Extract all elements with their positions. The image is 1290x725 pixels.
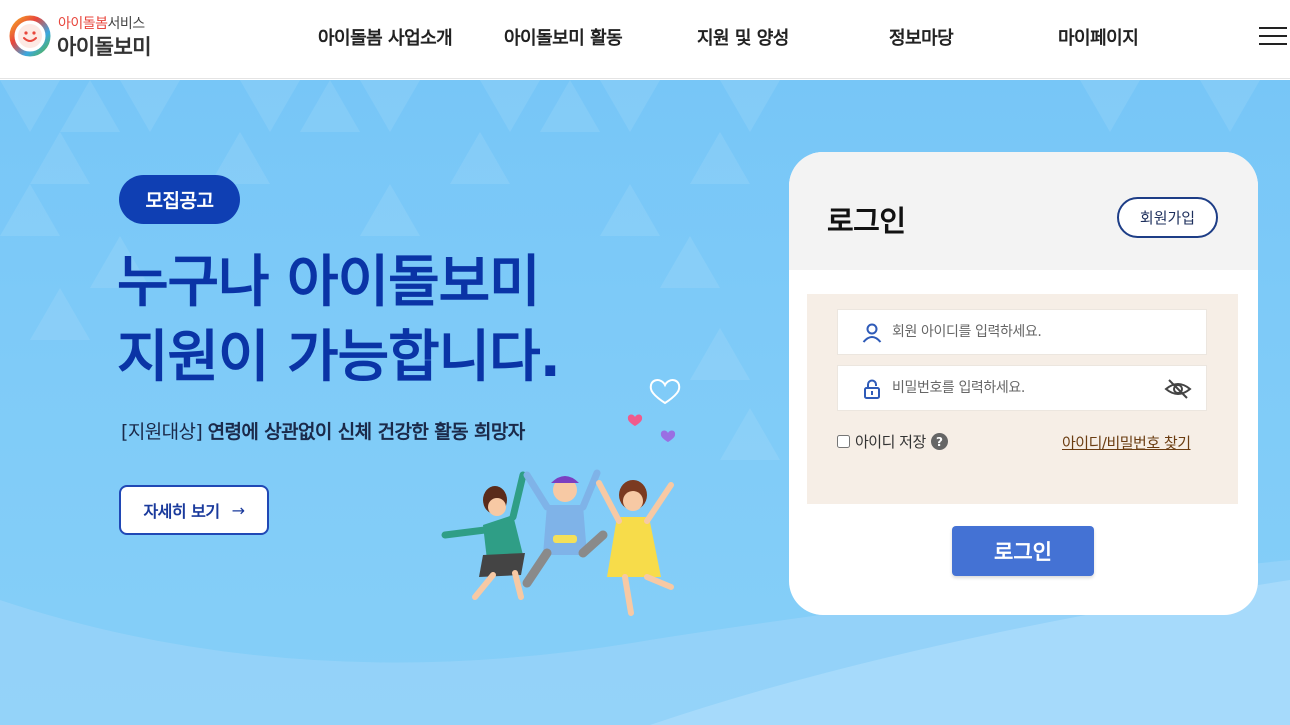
logo-title: 아이돌보미 [57, 35, 152, 59]
login-button[interactable]: 로그인 [952, 526, 1094, 576]
smile-logo-icon [9, 15, 51, 57]
user-id-field [837, 309, 1207, 355]
remember-id-checkbox[interactable] [837, 435, 850, 448]
hero-banner: 모집공고 누구나 아이돌보미 지원이 가능합니다. [지원대상] 연령에 상관없… [0, 80, 1290, 725]
user-id-input[interactable] [892, 310, 1162, 354]
hero-headline-line1: 누구나 아이돌보미 [117, 250, 541, 315]
sign-up-button[interactable]: 회원가입 [1117, 197, 1218, 238]
heart-outline-icon [649, 379, 681, 405]
remember-id-label: 아이디 저장 [855, 433, 926, 451]
heart-pink-icon [627, 414, 643, 426]
target-label: [지원대상] [121, 421, 203, 443]
nav-info[interactable]: 정보마당 [889, 24, 954, 50]
login-title: 로그인 [827, 204, 906, 238]
arrow-right-icon: → [231, 500, 245, 520]
nav-mypage[interactable]: 마이페이지 [1058, 24, 1139, 50]
site-header: 아이돌봄서비스 아이돌보미 아이돌봄 사업소개 아이돌보미 활동 지원 및 양성… [0, 0, 1290, 79]
view-details-label: 자세히 보기 [143, 502, 220, 521]
view-details-button[interactable]: 자세히 보기 → [119, 485, 269, 535]
user-icon [862, 323, 882, 343]
password-field [837, 365, 1207, 411]
help-icon[interactable]: ? [930, 433, 948, 450]
find-id-password-link[interactable]: 아이디/비밀번호 찾기 [1062, 432, 1191, 453]
login-card-header: 로그인 회원가입 [789, 152, 1258, 270]
logo-subtitle: 아이돌봄서비스 [58, 16, 145, 32]
login-card: 로그인 회원가입 회원 아이디를 입력하세요. 아이디 저장 ? 아이디/비밀번… [789, 152, 1258, 615]
nav-support-training[interactable]: 지원 및 양성 [697, 24, 789, 50]
eye-slash-icon[interactable] [1164, 377, 1192, 401]
password-input[interactable] [892, 366, 1162, 410]
site-logo[interactable]: 아이돌봄서비스 아이돌보미 [8, 12, 168, 64]
remember-id[interactable]: 아이디 저장 ? [837, 431, 948, 452]
hamburger-menu-icon[interactable] [1259, 27, 1287, 47]
recruitment-badge: 모집공고 [119, 175, 240, 224]
login-form: 아이디 저장 ? 아이디/비밀번호 찾기 [807, 294, 1238, 504]
nav-sitter-activity[interactable]: 아이돌보미 활동 [504, 24, 623, 50]
heart-purple-icon [660, 430, 676, 442]
nav-business-intro[interactable]: 아이돌봄 사업소개 [318, 24, 453, 50]
jumping-children-illustration [441, 379, 681, 616]
lock-icon [864, 379, 880, 399]
